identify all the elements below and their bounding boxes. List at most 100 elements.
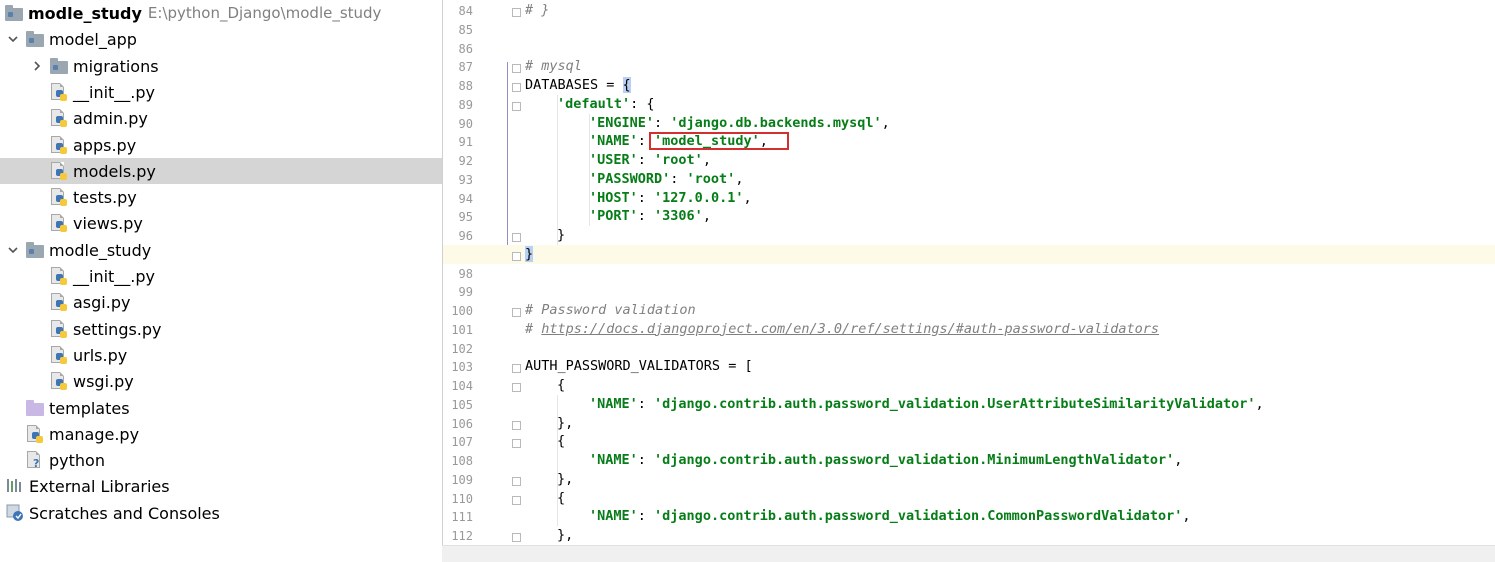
- annotation-highlight-box: [649, 132, 789, 150]
- code-token: #: [525, 320, 542, 337]
- line-number: 111: [451, 510, 473, 525]
- code-line[interactable]: },: [557, 471, 573, 487]
- project-root[interactable]: modle_study E:\python_Django\modle_study: [0, 0, 442, 26]
- code-token: {: [557, 377, 566, 393]
- code-token: }: [557, 227, 566, 243]
- fold-marker-icon[interactable]: [512, 233, 521, 242]
- code-line[interactable]: DATABASES = {: [525, 77, 631, 93]
- tree-item-label: admin.py: [73, 108, 148, 128]
- tree-item-label: tests.py: [73, 187, 137, 207]
- code-line[interactable]: },: [557, 415, 573, 431]
- code-token: ,: [1174, 452, 1183, 468]
- code-line[interactable]: 'NAME': 'django.contrib.auth.password_va…: [589, 508, 1191, 524]
- code-token: :: [637, 208, 655, 225]
- tree-item[interactable]: __init__.py: [0, 263, 442, 289]
- code-line[interactable]: {: [557, 490, 565, 506]
- code-token: },: [557, 470, 574, 487]
- unknown-file-icon: ?: [26, 451, 44, 470]
- code-token: 'NAME': [589, 452, 638, 468]
- fold-marker-icon[interactable]: [512, 8, 521, 17]
- tree-item[interactable]: settings.py: [0, 316, 442, 342]
- code-line[interactable]: AUTH_PASSWORD_VALIDATORS = [: [525, 358, 753, 374]
- line-number: 104: [451, 379, 473, 393]
- change-marker-bar: [507, 62, 508, 254]
- code-line[interactable]: # https://docs.djangoproject.com/en/3.0/…: [525, 321, 1159, 337]
- line-number: 98: [458, 266, 473, 281]
- line-number: 110: [451, 491, 473, 506]
- tree-item[interactable]: __init__.py: [0, 79, 442, 105]
- fold-marker-icon[interactable]: [512, 439, 521, 449]
- code-line[interactable]: 'PORT': '3306',: [589, 208, 711, 224]
- fold-marker-icon[interactable]: [512, 383, 521, 392]
- fold-marker-icon[interactable]: [512, 251, 521, 261]
- code-token: # mysql: [525, 58, 582, 75]
- code-line[interactable]: 'HOST': '127.0.0.1',: [589, 190, 752, 206]
- code-token: 'ENGINE': [589, 114, 655, 131]
- code-line[interactable]: {: [557, 433, 565, 449]
- project-root-path: E:\python_Django\modle_study: [147, 4, 382, 22]
- code-line[interactable]: 'default': {: [557, 96, 655, 112]
- tree-item[interactable]: ? python: [0, 447, 442, 473]
- fold-marker-icon[interactable]: [512, 101, 521, 111]
- code-line[interactable]: 'USER': 'root',: [589, 152, 711, 168]
- code-line[interactable]: # Password validation: [525, 302, 696, 318]
- code-token: :: [637, 508, 655, 525]
- code-line[interactable]: {: [557, 377, 565, 393]
- code-token: :: [637, 395, 655, 412]
- fold-marker-icon[interactable]: [512, 364, 521, 374]
- tree-item[interactable]: manage.py: [0, 421, 442, 447]
- fold-marker-icon[interactable]: [512, 308, 521, 317]
- tree-item[interactable]: apps.py: [0, 132, 442, 158]
- chevron-down-icon[interactable]: [6, 243, 20, 257]
- tree-item[interactable]: views.py: [0, 210, 442, 236]
- tree-item[interactable]: admin.py: [0, 105, 442, 131]
- tree-item-label: python: [49, 450, 105, 470]
- code-line[interactable]: # mysql: [525, 58, 582, 74]
- code-editor[interactable]: 8485868788899091929394959697989910010110…: [442, 0, 1495, 545]
- tree-item[interactable]: urls.py: [0, 342, 442, 368]
- code-line[interactable]: }: [557, 227, 565, 243]
- fold-marker-icon[interactable]: [512, 420, 521, 430]
- code-line[interactable]: 'ENGINE': 'django.db.backends.mysql',: [589, 115, 890, 131]
- chevron-right-icon[interactable]: [30, 59, 44, 73]
- libraries-icon: [6, 477, 24, 495]
- tree-item[interactable]: migrations: [0, 53, 442, 79]
- horizontal-scrollbar[interactable]: [442, 545, 1495, 562]
- tree-item[interactable]: modle_study: [0, 237, 442, 263]
- tree-item[interactable]: models.py: [0, 158, 442, 184]
- tree-item-label: Scratches and Consoles: [29, 503, 220, 523]
- code-line[interactable]: # }: [525, 2, 549, 18]
- code-line[interactable]: }: [525, 245, 534, 262]
- fold-marker-icon[interactable]: [512, 476, 521, 486]
- code-token: :: [670, 170, 687, 187]
- tree-item-label: apps.py: [73, 135, 137, 155]
- chevron-down-icon[interactable]: [6, 32, 20, 46]
- python-file-icon: [26, 425, 44, 443]
- tree-item[interactable]: wsgi.py: [0, 368, 442, 394]
- code-line[interactable]: },: [557, 527, 573, 543]
- tree-item[interactable]: templates: [0, 395, 442, 421]
- code-line[interactable]: 'NAME': 'django.contrib.auth.password_va…: [589, 396, 1264, 412]
- code-token: }: [525, 245, 534, 262]
- tree-item[interactable]: model_app: [0, 26, 442, 52]
- tree-item[interactable]: Scratches and Consoles: [0, 500, 442, 526]
- line-number: 87: [458, 60, 473, 75]
- code-line[interactable]: 'PASSWORD': 'root',: [589, 171, 743, 187]
- python-file-icon: [50, 188, 68, 206]
- fold-marker-icon[interactable]: [512, 64, 521, 74]
- folder-icon: [26, 241, 44, 259]
- tree-item[interactable]: External Libraries: [0, 473, 442, 499]
- fold-marker-icon[interactable]: [512, 495, 521, 505]
- code-token: '3306': [654, 208, 703, 225]
- tree-item[interactable]: asgi.py: [0, 289, 442, 315]
- line-number: 105: [451, 397, 473, 412]
- code-line[interactable]: 'NAME': 'django.contrib.auth.password_va…: [589, 452, 1182, 468]
- line-number: 112: [451, 529, 473, 543]
- fold-marker-icon[interactable]: [512, 533, 521, 542]
- tree-item[interactable]: tests.py: [0, 184, 442, 210]
- fold-marker-icon[interactable]: [512, 83, 521, 92]
